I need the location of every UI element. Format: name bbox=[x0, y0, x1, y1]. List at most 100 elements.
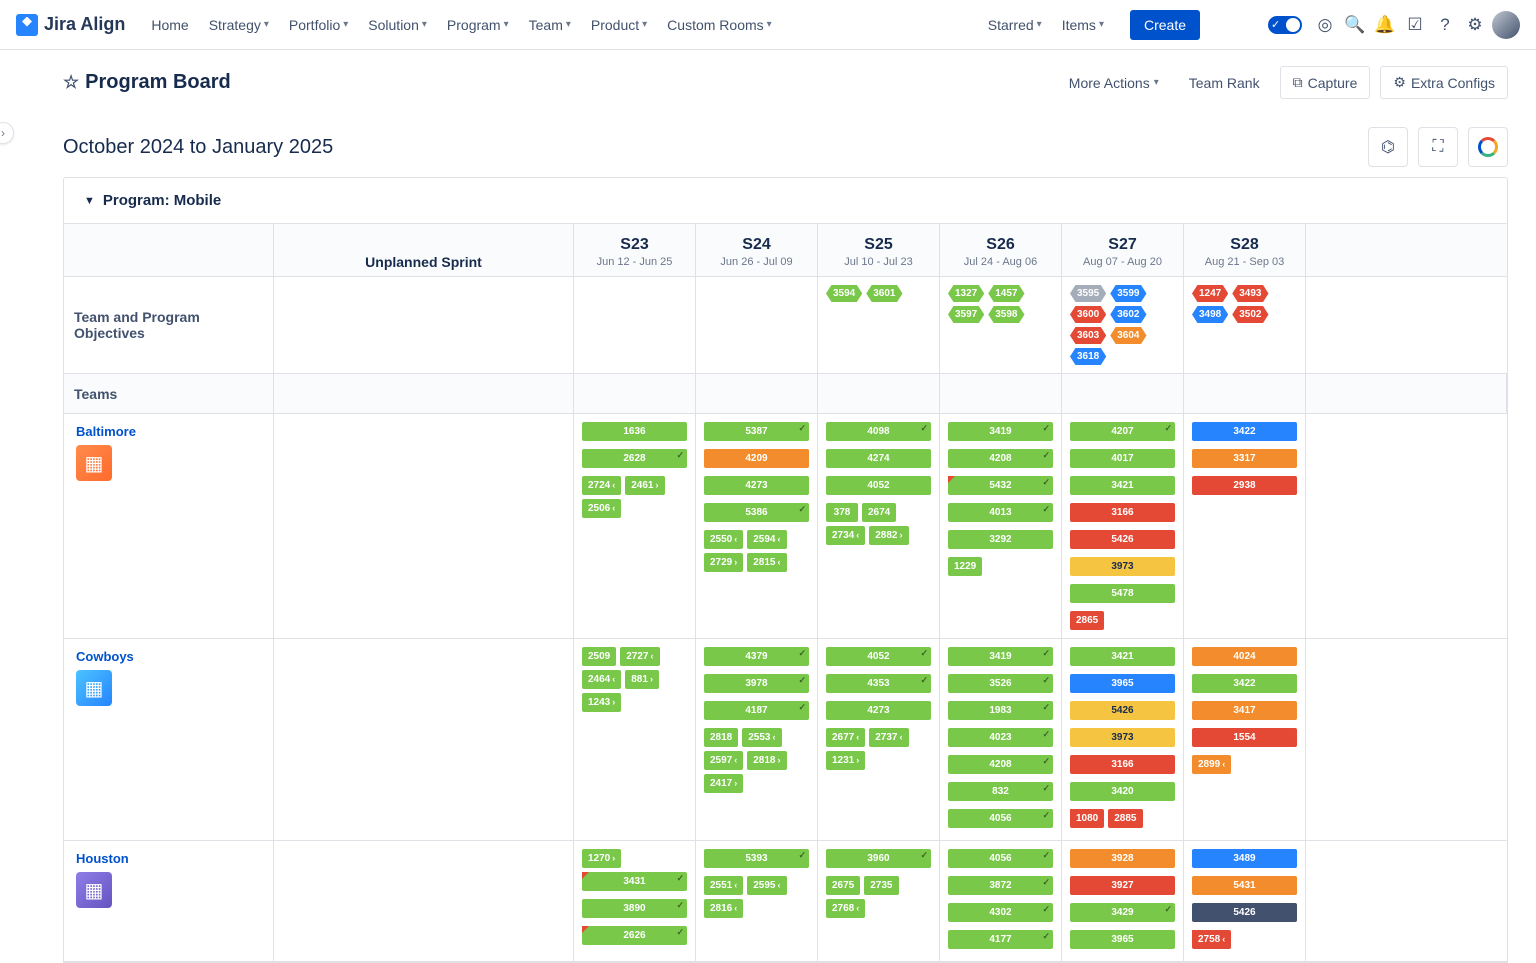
search-icon[interactable]: 🔍 bbox=[1342, 12, 1368, 38]
objective-card[interactable]: 3603 bbox=[1070, 327, 1106, 344]
work-item-card[interactable]: 2818› bbox=[747, 751, 786, 770]
work-item-card[interactable]: 3317 bbox=[1192, 449, 1297, 468]
work-item-card[interactable]: 1229 bbox=[948, 557, 982, 576]
nav-starred[interactable]: Starred▾ bbox=[978, 11, 1052, 39]
work-item-card[interactable]: 4013✓ bbox=[948, 503, 1053, 522]
work-item-card[interactable]: 2675 bbox=[826, 876, 860, 895]
work-item-card[interactable]: 832✓ bbox=[948, 782, 1053, 801]
team-link[interactable]: Cowboys bbox=[70, 645, 267, 670]
work-item-card[interactable]: 3978✓ bbox=[704, 674, 809, 693]
work-item-card[interactable]: 4209 bbox=[704, 449, 809, 468]
objective-card[interactable]: 3618 bbox=[1070, 348, 1106, 365]
work-item-card[interactable]: 5386✓ bbox=[704, 503, 809, 522]
objective-card[interactable]: 3601 bbox=[866, 285, 902, 302]
team-rank-link[interactable]: Team Rank bbox=[1179, 68, 1270, 98]
work-item-card[interactable]: 2553‹ bbox=[742, 728, 781, 747]
help-icon[interactable]: ? bbox=[1432, 12, 1458, 38]
work-item-card[interactable]: 4207✓ bbox=[1070, 422, 1175, 441]
work-item-card[interactable]: 3420 bbox=[1070, 782, 1175, 801]
nav-product[interactable]: Product▾ bbox=[581, 11, 657, 39]
work-item-card[interactable]: 4302✓ bbox=[948, 903, 1053, 922]
objective-card[interactable]: 3599 bbox=[1110, 285, 1146, 302]
work-item-card[interactable]: 4208✓ bbox=[948, 449, 1053, 468]
work-item-card[interactable]: 4056✓ bbox=[948, 849, 1053, 868]
nav-portfolio[interactable]: Portfolio▾ bbox=[279, 11, 358, 39]
work-item-card[interactable]: 2506‹ bbox=[582, 499, 621, 518]
objective-card[interactable]: 1457 bbox=[988, 285, 1024, 302]
work-item-card[interactable]: 3292 bbox=[948, 530, 1053, 549]
work-item-card[interactable]: 2551‹ bbox=[704, 876, 743, 895]
work-item-card[interactable]: 2724‹ bbox=[582, 476, 621, 495]
work-item-card[interactable]: 4274 bbox=[826, 449, 931, 468]
work-item-card[interactable]: 2758‹ bbox=[1192, 930, 1231, 949]
work-item-card[interactable]: 3422 bbox=[1192, 674, 1297, 693]
work-item-card[interactable]: 4379✓ bbox=[704, 647, 809, 666]
nav-solution[interactable]: Solution▾ bbox=[358, 11, 437, 39]
objective-card[interactable]: 3498 bbox=[1192, 306, 1228, 323]
extra-configs-button[interactable]: ⚙Extra Configs bbox=[1380, 66, 1508, 99]
work-item-card[interactable]: 4017 bbox=[1070, 449, 1175, 468]
user-avatar[interactable] bbox=[1492, 11, 1520, 39]
work-item-card[interactable]: 3421 bbox=[1070, 647, 1175, 666]
objective-card[interactable]: 1327 bbox=[948, 285, 984, 302]
work-item-card[interactable]: 2899‹ bbox=[1192, 755, 1231, 774]
work-item-card[interactable]: 5393✓ bbox=[704, 849, 809, 868]
work-item-card[interactable]: 5426 bbox=[1070, 701, 1175, 720]
work-item-card[interactable]: 3489 bbox=[1192, 849, 1297, 868]
nav-team[interactable]: Team▾ bbox=[519, 11, 581, 39]
tasks-icon[interactable]: ☑ bbox=[1402, 12, 1428, 38]
work-item-card[interactable]: 2595‹ bbox=[747, 876, 786, 895]
dark-mode-toggle[interactable]: ✓ bbox=[1268, 16, 1302, 34]
work-item-card[interactable]: 4177✓ bbox=[948, 930, 1053, 949]
work-item-card[interactable]: 2882› bbox=[869, 526, 908, 545]
work-item-card[interactable]: 3973 bbox=[1070, 557, 1175, 576]
program-collapse-row[interactable]: ▼ Program: Mobile bbox=[64, 178, 1507, 223]
work-item-card[interactable]: 3526✓ bbox=[948, 674, 1053, 693]
work-item-card[interactable]: 3890✓ bbox=[582, 899, 687, 918]
work-item-card[interactable]: 2938 bbox=[1192, 476, 1297, 495]
work-item-card[interactable]: 3431✓ bbox=[582, 872, 687, 891]
work-item-card[interactable]: 3421 bbox=[1070, 476, 1175, 495]
work-item-card[interactable]: 2737‹ bbox=[869, 728, 908, 747]
objective-card[interactable]: 3595 bbox=[1070, 285, 1106, 302]
work-item-card[interactable]: 2674 bbox=[862, 503, 896, 522]
nav-custom-rooms[interactable]: Custom Rooms▾ bbox=[657, 11, 782, 39]
work-item-card[interactable]: 3960✓ bbox=[826, 849, 931, 868]
nav-home[interactable]: Home bbox=[141, 11, 198, 39]
work-item-card[interactable]: 2885 bbox=[1108, 809, 1142, 828]
work-item-card[interactable]: 3973 bbox=[1070, 728, 1175, 747]
objective-card[interactable]: 3598 bbox=[988, 306, 1024, 323]
work-item-card[interactable]: 3417 bbox=[1192, 701, 1297, 720]
star-icon[interactable]: ☆ bbox=[63, 72, 79, 93]
work-item-card[interactable]: 5431 bbox=[1192, 876, 1297, 895]
work-item-card[interactable]: 2550‹ bbox=[704, 530, 743, 549]
work-item-card[interactable]: 4056✓ bbox=[948, 809, 1053, 828]
work-item-card[interactable]: 4052 bbox=[826, 476, 931, 495]
work-item-card[interactable]: 881› bbox=[625, 670, 659, 689]
work-item-card[interactable]: 1080 bbox=[1070, 809, 1104, 828]
nav-program[interactable]: Program▾ bbox=[437, 11, 519, 39]
work-item-card[interactable]: 3927 bbox=[1070, 876, 1175, 895]
work-item-card[interactable]: 378 bbox=[826, 503, 858, 522]
work-item-card[interactable]: 2464‹ bbox=[582, 670, 621, 689]
work-item-card[interactable]: 2417› bbox=[704, 774, 743, 793]
work-item-card[interactable]: 2818 bbox=[704, 728, 738, 747]
work-item-card[interactable]: 4023✓ bbox=[948, 728, 1053, 747]
work-item-card[interactable]: 2509 bbox=[582, 647, 616, 666]
work-item-card[interactable]: 2626✓ bbox=[582, 926, 687, 945]
objective-card[interactable]: 3502 bbox=[1232, 306, 1268, 323]
work-item-card[interactable]: 5426 bbox=[1192, 903, 1297, 922]
work-item-card[interactable]: 3965 bbox=[1070, 674, 1175, 693]
work-item-card[interactable]: 2735 bbox=[864, 876, 898, 895]
work-item-card[interactable]: 5478 bbox=[1070, 584, 1175, 603]
fullscreen-icon[interactable]: ⛶ bbox=[1418, 127, 1458, 167]
color-settings-icon[interactable] bbox=[1468, 127, 1508, 167]
work-item-card[interactable]: 3422 bbox=[1192, 422, 1297, 441]
work-item-card[interactable]: 3419✓ bbox=[948, 647, 1053, 666]
work-item-card[interactable]: 3429✓ bbox=[1070, 903, 1175, 922]
work-item-card[interactable]: 2461› bbox=[625, 476, 664, 495]
sidebar-expand-handle[interactable]: › bbox=[0, 122, 14, 144]
work-item-card[interactable]: 4098✓ bbox=[826, 422, 931, 441]
objective-card[interactable]: 3594 bbox=[826, 285, 862, 302]
work-item-card[interactable]: 5387✓ bbox=[704, 422, 809, 441]
